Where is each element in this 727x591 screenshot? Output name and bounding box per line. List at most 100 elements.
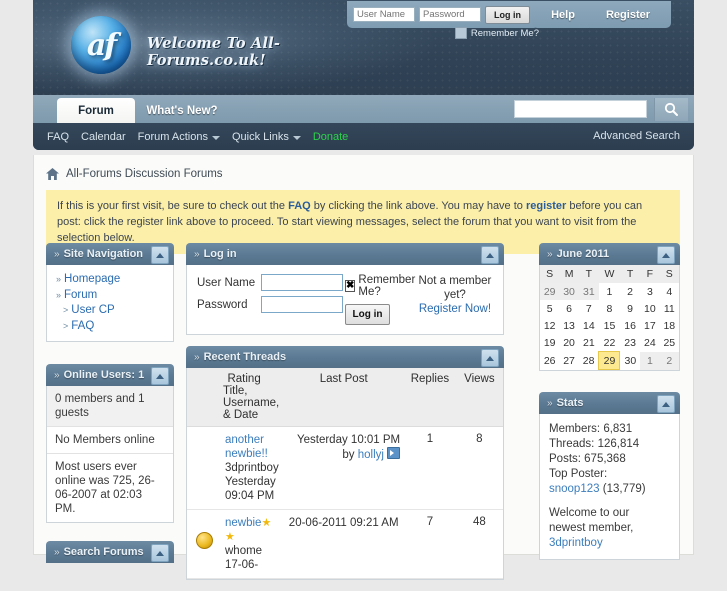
collapse-toggle[interactable] [657,246,675,264]
calendar-day[interactable]: 28 [579,352,599,370]
sidebar-item-user-cp[interactable]: > User CP [56,303,164,319]
site-logo[interactable]: af Welcome To All-Forums.co.uk! [71,16,371,78]
stats-title: Stats [556,397,584,409]
calendar-day[interactable]: 14 [579,317,599,334]
chevron-right-icon: > [63,320,69,331]
nav-quick-links[interactable]: Quick Links [232,131,301,143]
login-submit-button[interactable]: Log in [345,304,390,325]
calendar-day[interactable]: 9 [620,300,640,317]
calendar-day[interactable]: 3 [640,283,659,300]
calendar-day[interactable]: 25 [660,334,679,352]
stats-top-poster-label: Top Poster: [549,468,608,480]
calendar-day[interactable]: 16 [620,317,640,334]
thread-title-link[interactable]: newbie [225,517,261,529]
sidebar-item-forum[interactable]: » Forum [56,288,164,304]
calendar-day[interactable]: 1 [640,351,660,370]
thread-views: 48 [455,509,503,579]
calendar-day[interactable]: 27 [559,352,578,370]
block-marker-icon: » [547,248,553,260]
last-post-date: Yesterday 10:01 PM [297,434,401,446]
nav-quick-links-label: Quick Links [231,130,289,143]
home-icon[interactable] [46,168,59,180]
collapse-toggle[interactable] [151,544,169,562]
nav-donate[interactable]: Donate [313,131,348,143]
nav-faq[interactable]: FAQ [47,131,69,143]
page-root: Log in Remember Me? Help Register af Wel… [0,0,727,580]
register-now-link[interactable]: Register Now! [419,303,491,315]
notice-register-link[interactable]: register [526,200,566,212]
recent-threads-header: » Recent Threads [186,346,504,368]
remember-me-checkbox[interactable] [454,27,467,39]
collapse-toggle[interactable] [151,246,169,264]
calendar-day[interactable]: 24 [640,334,659,352]
chevron-up-icon [486,355,494,361]
calendar-day[interactable]: 30 [620,352,640,370]
calendar-day[interactable]: 7 [579,300,599,317]
calendar-day[interactable]: 18 [660,317,679,334]
calendar-day-today[interactable]: 29 [598,351,621,370]
login-title: Log in [203,248,237,260]
calendar-day[interactable]: 8 [599,300,620,317]
sidebar-item-homepage[interactable]: » Homepage [56,272,164,288]
calendar-day[interactable]: 13 [559,317,578,334]
top-poster-link[interactable]: snoop123 [549,483,600,495]
welcome-line-1: Welcome to our [549,507,630,519]
calendar-day[interactable]: 10 [640,300,659,317]
calendar-day[interactable]: 1 [599,283,620,300]
calendar-day[interactable]: 11 [660,300,679,317]
collapse-toggle[interactable] [151,367,169,385]
login-password-input[interactable] [261,296,343,313]
tab-whats-new[interactable]: What's New? [137,98,227,123]
search-button[interactable] [654,98,688,121]
header-login-bar: Log in [347,1,539,28]
column-last-post[interactable]: Last Post [283,368,405,427]
sidebar-item-label: User CP [71,304,115,316]
calendar-day[interactable]: 31 [578,283,599,300]
calendar-day[interactable]: 4 [660,283,679,300]
nav-forum-actions[interactable]: Forum Actions [138,131,220,143]
online-users-count: 0 members and 1 guests [47,386,173,427]
collapse-toggle[interactable] [481,349,499,367]
block-calendar: » June 2011 S M T W T F S 29 30 31 1 2 3… [539,243,680,371]
notice-faq-link[interactable]: FAQ [288,200,311,212]
advanced-search-link[interactable]: Advanced Search [593,130,680,142]
calendar-day[interactable]: 22 [599,334,620,352]
thread-title-link[interactable]: another newbie!! [225,434,268,460]
calendar-day[interactable]: 2 [620,283,640,300]
header-password-input[interactable] [419,7,481,22]
calendar-day[interactable]: 23 [620,334,640,352]
calendar-day[interactable]: 21 [579,334,599,352]
calendar-day[interactable]: 19 [540,334,559,352]
calendar-day[interactable]: 15 [599,317,620,334]
remember-me-checkbox[interactable]: ✖ [345,280,356,292]
header-search-input[interactable] [514,100,647,118]
last-post-author-link[interactable]: hollyj [358,449,384,461]
collapse-toggle[interactable] [481,246,499,264]
tab-forum[interactable]: Forum [57,98,135,123]
collapse-toggle[interactable] [657,395,675,413]
column-views[interactable]: Views [455,368,503,427]
newest-member-link[interactable]: 3dprintboy [549,537,603,549]
column-title[interactable]: Rating Title, Username, & Date [187,368,284,427]
calendar-day[interactable]: 29 [540,283,560,300]
go-to-last-post-icon[interactable] [387,447,401,459]
thread-date: Yesterday 09:04 PM [225,476,276,502]
calendar-day[interactable]: 5 [540,300,559,317]
nav-calendar[interactable]: Calendar [81,131,126,143]
register-button[interactable]: Register [585,1,671,28]
last-post-by-prefix: by [342,449,355,461]
column-replies[interactable]: Replies [404,368,456,427]
calendar-day[interactable]: 26 [540,352,559,370]
header-login-button[interactable]: Log in [485,5,530,24]
calendar-day[interactable]: 2 [659,351,679,370]
calendar-day[interactable]: 17 [640,317,659,334]
calendar-day[interactable]: 20 [559,334,578,352]
calendar-day[interactable]: 12 [540,317,559,334]
notice-text-1: If this is your first visit, be sure to … [57,200,289,212]
recent-threads-body: Rating Title, Username, & Date Last Post… [186,368,504,580]
welcome-line-2: newest member, [549,522,634,534]
calendar-day[interactable]: 6 [559,300,578,317]
sidebar-item-faq[interactable]: > FAQ [56,319,164,335]
login-username-input[interactable] [261,274,343,291]
calendar-day[interactable]: 30 [559,283,579,300]
